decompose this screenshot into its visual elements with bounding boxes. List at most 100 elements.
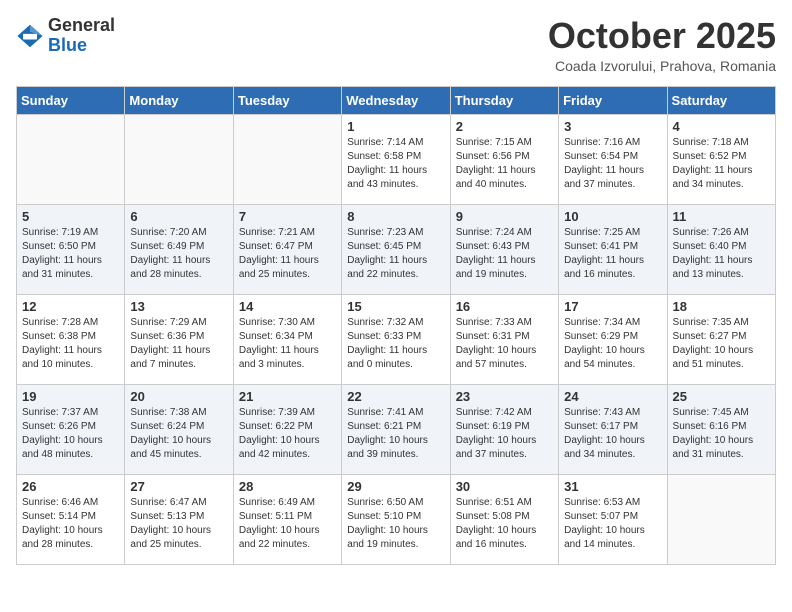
day-info: Sunrise: 7:38 AM Sunset: 6:24 PM Dayligh… — [130, 406, 227, 462]
day-info: Sunrise: 7:35 AM Sunset: 6:27 PM Dayligh… — [673, 316, 770, 372]
calendar-week-row: 1 Sunrise: 7:14 AM Sunset: 6:58 PM Daylig… — [17, 114, 776, 204]
day-info: Sunrise: 7:33 AM Sunset: 6:31 PM Dayligh… — [456, 316, 553, 372]
calendar-header-saturday: Saturday — [667, 86, 775, 114]
day-number: 17 — [564, 299, 661, 314]
day-info: Sunrise: 7:19 AM Sunset: 6:50 PM Dayligh… — [22, 226, 119, 282]
day-number: 20 — [130, 389, 227, 404]
day-number: 5 — [22, 209, 119, 224]
calendar-cell: 28 Sunrise: 6:49 AM Sunset: 5:11 PM Dayli… — [233, 474, 341, 564]
day-number: 9 — [456, 209, 553, 224]
day-info: Sunrise: 7:30 AM Sunset: 6:34 PM Dayligh… — [239, 316, 336, 372]
day-info: Sunrise: 7:41 AM Sunset: 6:21 PM Dayligh… — [347, 406, 444, 462]
day-info: Sunrise: 6:51 AM Sunset: 5:08 PM Dayligh… — [456, 496, 553, 552]
day-number: 1 — [347, 119, 444, 134]
day-info: Sunrise: 6:47 AM Sunset: 5:13 PM Dayligh… — [130, 496, 227, 552]
calendar-header-wednesday: Wednesday — [342, 86, 450, 114]
day-number: 16 — [456, 299, 553, 314]
calendar-week-row: 19 Sunrise: 7:37 AM Sunset: 6:26 PM Dayli… — [17, 384, 776, 474]
day-number: 28 — [239, 479, 336, 494]
calendar-cell: 11 Sunrise: 7:26 AM Sunset: 6:40 PM Dayli… — [667, 204, 775, 294]
day-info: Sunrise: 7:16 AM Sunset: 6:54 PM Dayligh… — [564, 136, 661, 192]
day-number: 15 — [347, 299, 444, 314]
day-number: 22 — [347, 389, 444, 404]
logo: General Blue — [16, 16, 115, 56]
calendar-cell: 6 Sunrise: 7:20 AM Sunset: 6:49 PM Daylig… — [125, 204, 233, 294]
calendar-cell: 18Sunrise: 7:35 AM Sunset: 6:27 PM Dayli… — [667, 294, 775, 384]
day-number: 24 — [564, 389, 661, 404]
calendar-week-row: 12 Sunrise: 7:28 AM Sunset: 6:38 PM Dayli… — [17, 294, 776, 384]
title-block: October 2025 Coada Izvorului, Prahova, R… — [548, 16, 776, 74]
calendar-cell: 25Sunrise: 7:45 AM Sunset: 6:16 PM Dayli… — [667, 384, 775, 474]
calendar-cell: 23 Sunrise: 7:42 AM Sunset: 6:19 PM Dayli… — [450, 384, 558, 474]
page-header: General Blue October 2025 Coada Izvorulu… — [16, 16, 776, 74]
day-info: Sunrise: 7:42 AM Sunset: 6:19 PM Dayligh… — [456, 406, 553, 462]
day-number: 29 — [347, 479, 444, 494]
day-number: 14 — [239, 299, 336, 314]
day-info: Sunrise: 7:37 AM Sunset: 6:26 PM Dayligh… — [22, 406, 119, 462]
calendar-cell: 30 Sunrise: 6:51 AM Sunset: 5:08 PM Dayli… — [450, 474, 558, 564]
calendar-cell: 20 Sunrise: 7:38 AM Sunset: 6:24 PM Dayli… — [125, 384, 233, 474]
calendar-header-monday: Monday — [125, 86, 233, 114]
day-number: 30 — [456, 479, 553, 494]
day-info: Sunrise: 7:43 AM Sunset: 6:17 PM Dayligh… — [564, 406, 661, 462]
day-number: 19 — [22, 389, 119, 404]
calendar-cell: 2Sunrise: 7:15 AM Sunset: 6:56 PM Daylig… — [450, 114, 558, 204]
calendar-cell: 12 Sunrise: 7:28 AM Sunset: 6:38 PM Dayli… — [17, 294, 125, 384]
logo-text: General Blue — [48, 16, 115, 56]
logo-icon — [16, 22, 44, 50]
calendar-cell — [233, 114, 341, 204]
calendar-cell: 9 Sunrise: 7:24 AM Sunset: 6:43 PM Daylig… — [450, 204, 558, 294]
calendar-cell: 7 Sunrise: 7:21 AM Sunset: 6:47 PM Daylig… — [233, 204, 341, 294]
day-number: 27 — [130, 479, 227, 494]
day-number: 4 — [673, 119, 770, 134]
day-number: 3 — [564, 119, 661, 134]
calendar-cell: 19 Sunrise: 7:37 AM Sunset: 6:26 PM Dayli… — [17, 384, 125, 474]
calendar-header-sunday: Sunday — [17, 86, 125, 114]
day-info: Sunrise: 7:28 AM Sunset: 6:38 PM Dayligh… — [22, 316, 119, 372]
calendar-header-tuesday: Tuesday — [233, 86, 341, 114]
day-number: 12 — [22, 299, 119, 314]
location: Coada Izvorului, Prahova, Romania — [548, 58, 776, 74]
calendar-header-row: SundayMondayTuesdayWednesdayThursdayFrid… — [17, 86, 776, 114]
day-info: Sunrise: 6:49 AM Sunset: 5:11 PM Dayligh… — [239, 496, 336, 552]
calendar-cell: 4 Sunrise: 7:18 AM Sunset: 6:52 PM Daylig… — [667, 114, 775, 204]
day-info: Sunrise: 7:34 AM Sunset: 6:29 PM Dayligh… — [564, 316, 661, 372]
day-number: 13 — [130, 299, 227, 314]
calendar-header-thursday: Thursday — [450, 86, 558, 114]
day-number: 7 — [239, 209, 336, 224]
calendar-cell: 31Sunrise: 6:53 AM Sunset: 5:07 PM Dayli… — [559, 474, 667, 564]
calendar-cell — [667, 474, 775, 564]
day-info: Sunrise: 6:53 AM Sunset: 5:07 PM Dayligh… — [564, 496, 661, 552]
day-number: 6 — [130, 209, 227, 224]
calendar-header-friday: Friday — [559, 86, 667, 114]
day-info: Sunrise: 7:26 AM Sunset: 6:40 PM Dayligh… — [673, 226, 770, 282]
calendar-cell: 27 Sunrise: 6:47 AM Sunset: 5:13 PM Dayli… — [125, 474, 233, 564]
calendar-cell: 29 Sunrise: 6:50 AM Sunset: 5:10 PM Dayli… — [342, 474, 450, 564]
day-info: Sunrise: 6:46 AM Sunset: 5:14 PM Dayligh… — [22, 496, 119, 552]
month-title: October 2025 — [548, 16, 776, 56]
day-number: 8 — [347, 209, 444, 224]
day-number: 25 — [673, 389, 770, 404]
calendar-cell: 17 Sunrise: 7:34 AM Sunset: 6:29 PM Dayli… — [559, 294, 667, 384]
calendar-cell: 3 Sunrise: 7:16 AM Sunset: 6:54 PM Daylig… — [559, 114, 667, 204]
calendar-cell: 16 Sunrise: 7:33 AM Sunset: 6:31 PM Dayli… — [450, 294, 558, 384]
day-number: 11 — [673, 209, 770, 224]
calendar-table: SundayMondayTuesdayWednesdayThursdayFrid… — [16, 86, 776, 565]
day-info: Sunrise: 7:29 AM Sunset: 6:36 PM Dayligh… — [130, 316, 227, 372]
calendar-cell: 26Sunrise: 6:46 AM Sunset: 5:14 PM Dayli… — [17, 474, 125, 564]
calendar-week-row: 5 Sunrise: 7:19 AM Sunset: 6:50 PM Daylig… — [17, 204, 776, 294]
day-number: 23 — [456, 389, 553, 404]
day-info: Sunrise: 6:50 AM Sunset: 5:10 PM Dayligh… — [347, 496, 444, 552]
calendar-cell — [17, 114, 125, 204]
day-info: Sunrise: 7:24 AM Sunset: 6:43 PM Dayligh… — [456, 226, 553, 282]
day-info: Sunrise: 7:21 AM Sunset: 6:47 PM Dayligh… — [239, 226, 336, 282]
day-info: Sunrise: 7:23 AM Sunset: 6:45 PM Dayligh… — [347, 226, 444, 282]
day-number: 10 — [564, 209, 661, 224]
day-info: Sunrise: 7:20 AM Sunset: 6:49 PM Dayligh… — [130, 226, 227, 282]
day-info: Sunrise: 7:18 AM Sunset: 6:52 PM Dayligh… — [673, 136, 770, 192]
day-info: Sunrise: 7:25 AM Sunset: 6:41 PM Dayligh… — [564, 226, 661, 282]
calendar-cell: 14 Sunrise: 7:30 AM Sunset: 6:34 PM Dayli… — [233, 294, 341, 384]
day-info: Sunrise: 7:14 AM Sunset: 6:58 PM Dayligh… — [347, 136, 444, 192]
calendar-cell: 8 Sunrise: 7:23 AM Sunset: 6:45 PM Daylig… — [342, 204, 450, 294]
calendar-week-row: 26Sunrise: 6:46 AM Sunset: 5:14 PM Dayli… — [17, 474, 776, 564]
